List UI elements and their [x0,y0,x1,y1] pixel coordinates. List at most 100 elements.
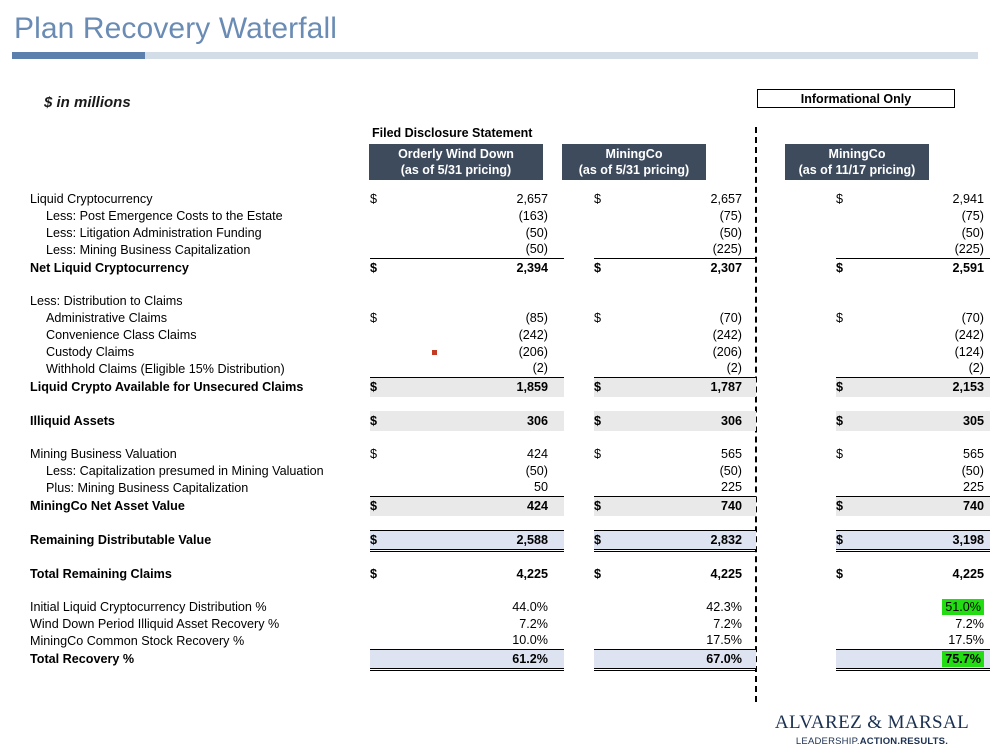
row-label: Illiquid Assets [30,414,115,428]
table-row: Less: Litigation Administration Funding … [0,224,990,241]
row-currency-col2: $ [836,495,864,516]
row-currency-col2: $ [836,567,844,581]
row-label: Remaining Distributable Value [30,533,212,547]
row-currency-col2: $ [836,191,844,206]
row-value-col1: 565 [720,446,742,461]
row-value-col1: (75) [719,208,742,223]
row-value-col2: 17.5% [948,633,984,648]
row-value-col2: (50) [961,225,984,240]
row-value-col1: (225) [712,242,742,257]
table-row-subtotal: Illiquid Assets $ 306 $ 306 $ 305 [0,411,990,431]
row-spacer [0,516,990,530]
table-row: Less: Post Emergence Costs to the Estate… [0,207,990,224]
row-value-col2: 3,198 [864,529,990,552]
row-value-col0: 2,394 [398,257,564,278]
row-currency-col2: $ [836,529,864,552]
row-value-col0: 2,657 [516,191,548,206]
row-value-col0: 1,859 [398,376,564,397]
row-currency-col0: $ [370,310,378,325]
row-label: Total Recovery % [30,652,135,666]
table-row: Plus: Mining Business Capitalization 50 … [0,479,990,496]
row-label: Custody Claims [46,344,135,359]
units-note: $ in millions [44,94,131,111]
row-currency-col1: $ [594,411,622,431]
row-value-col0: 4,225 [516,567,548,581]
table-row-subtotal: Net Liquid Cryptocurrency $ 2,394 $ 2,30… [0,257,990,278]
row-value-col0: 306 [398,411,564,431]
row-value-col2: (50) [961,463,984,478]
row-currency-col1: $ [594,529,622,552]
logo-tagline: LEADERSHIP.ACTION.RESULTS. [772,736,972,747]
row-label: Mining Business Valuation [30,446,177,461]
row-currency-col0: $ [370,411,398,431]
row-value-col0: 50 [533,480,548,495]
row-label: Administrative Claims [46,310,168,325]
row-currency-col2: $ [836,411,864,431]
row-value-col2: (225) [954,242,984,257]
row-value-col1: (206) [712,344,742,359]
row-value-col1: (242) [712,327,742,342]
row-label: Less: Capitalization presumed in Mining … [46,463,324,478]
row-value-col1: (2) [726,361,742,376]
row-label: Liquid Crypto Available for Unsecured Cl… [30,380,304,394]
row-currency-col0: $ [370,257,398,278]
row-value-col2-highlighted: 51.0% [864,598,990,615]
row-value-col2: (70) [961,310,984,325]
row-currency-col1: $ [594,567,602,581]
row-value-col1: 4,225 [710,567,742,581]
column-header-line1: MiningCo [828,147,886,161]
title-underline-rule [12,52,978,59]
table-row-subtotal: MiningCo Net Asset Value $ 424 $ 740 $ 7… [0,495,990,516]
row-spacer [0,431,990,445]
row-value-col1: 42.3% [706,599,742,614]
table-row: Convenience Class Claims (242) (242) (24… [0,326,990,343]
row-label: Wind Down Period Illiquid Asset Recovery… [30,616,280,631]
row-currency-col2: $ [836,310,844,325]
column-header-line1: Orderly Wind Down [398,147,514,161]
row-value-col0: (50) [525,225,548,240]
column-gap [564,190,594,207]
row-label: MiningCo Common Stock Recovery % [30,633,245,648]
table-row: Less: Mining Business Capitalization (50… [0,241,990,258]
row-value-col1: (70) [719,310,742,325]
row-label: Total Remaining Claims [30,567,172,581]
row-value-col0: 10.0% [512,633,548,648]
filed-disclosure-statement-label: Filed Disclosure Statement [372,126,533,140]
title-rule-dark-segment [12,52,145,59]
row-value-col1: 2,832 [622,529,756,552]
alvarez-marsal-logo: ALVAREZ & MARSAL LEADERSHIP.ACTION.RESUL… [772,712,972,747]
row-currency-col1: $ [594,495,622,516]
row-currency-col0: $ [370,495,398,516]
logo-tagline-action: ACTION. [859,736,901,747]
row-label: Less: Post Emergence Costs to the Estate [46,208,283,223]
table-row-total: Total Remaining Claims $ 4,225 $ 4,225 $… [0,564,990,584]
row-label: Less: Mining Business Capitalization [46,242,251,257]
row-label: Less: Litigation Administration Funding [46,225,262,240]
row-currency-col1: $ [594,191,602,206]
table-row: Less: Distribution to Claims [0,292,990,309]
row-value-col0: 424 [398,495,564,516]
row-label: Withhold Claims (Eligible 15% Distributi… [46,361,285,376]
column-header-miningco-1117: MiningCo (as of 11/17 pricing) [785,144,929,180]
table-row-total: Total Recovery % 61.2% 67.0% 75.7% [0,648,990,671]
row-value-col2: 4,225 [952,567,984,581]
row-value-col1: 306 [622,411,756,431]
table-row: Withhold Claims (Eligible 15% Distributi… [0,360,990,377]
row-value-col2: 2,591 [864,257,990,278]
row-value-col1: 2,657 [710,191,742,206]
row-spacer [0,584,990,598]
row-value-col1: 7.2% [713,616,742,631]
row-value-col2: 225 [962,480,984,495]
table-row: Liquid Cryptocurrency $ 2,657 $ 2,657 $ … [0,190,990,207]
row-currency-col1: $ [594,376,622,397]
row-value-col1: 67.0% [622,648,756,671]
row-label: Liquid Cryptocurrency [30,191,153,206]
column-header-line1: MiningCo [605,147,663,161]
row-value-col0: (2) [532,361,548,376]
row-spacer [0,550,990,564]
table-row-total: Remaining Distributable Value $ 2,588 $ … [0,529,990,552]
row-value-col0: 61.2% [398,648,564,671]
row-spacer [0,397,990,411]
row-value-col0: 7.2% [519,616,548,631]
title-rule-light-segment [145,52,978,59]
